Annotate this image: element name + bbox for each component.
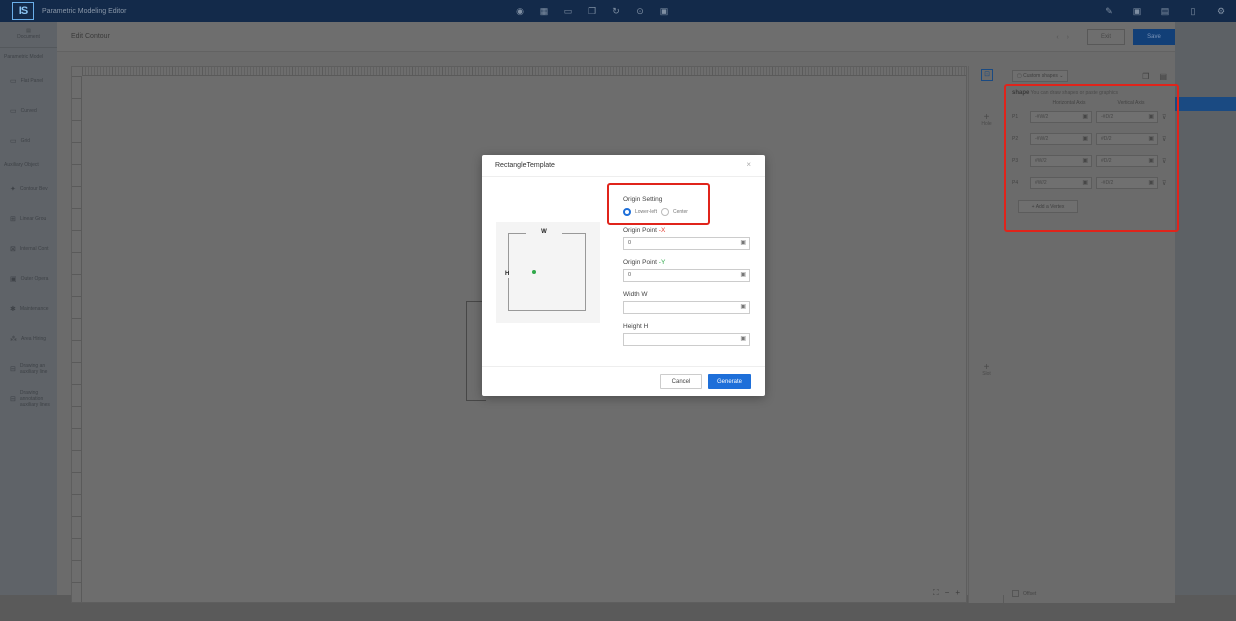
tool-strip: ⊡ + Hole + Slot [968,66,1003,603]
copy-icon[interactable]: ❐ [1142,72,1149,81]
app-logo: IS [12,2,34,20]
cancel-button[interactable]: Cancel [660,374,702,389]
lock-icon[interactable]: ▣ [659,6,669,16]
annotation-icon: ⊟ [10,396,16,403]
plus-icon: + [983,112,990,123]
right-selected-row [1175,97,1236,111]
properties-actions: ❐ ▤ [1142,72,1167,81]
editor-header-actions: ‹ › Exit Save [1056,29,1175,45]
monitor-icon[interactable]: ▣ [1132,6,1142,16]
offset-option: Offset [1012,590,1036,597]
rectangle-preview: W H [496,222,600,323]
bevel-icon: ✦ [10,186,16,193]
pen-icon[interactable]: ✎ [1104,6,1114,16]
calculator-icon[interactable]: ▣ [740,238,746,249]
nav-item-aux[interactable]: ✱ Maintenance [0,294,57,324]
generate-button[interactable]: Generate [708,374,751,389]
nav-item-aux[interactable]: ⁂ Area Hiring [0,324,57,354]
origin-y-label: Origin Point -Y [623,259,666,266]
right-background-panel [1175,22,1236,621]
offset-checkbox[interactable] [1012,590,1019,597]
shape-type-dropdown[interactable]: ▢ Custom shapes ⌄ [1012,70,1069,82]
origin-y-input[interactable]: 0 ▣ [623,269,750,282]
nav-document[interactable]: ▤ Document [0,22,57,48]
select-tool-icon[interactable]: ⊡ [981,69,993,81]
undo-icon[interactable]: ‹ [1056,34,1058,41]
file-icon[interactable]: ▯ [1188,6,1198,16]
nav-section-aux: Auxiliary Object [4,162,39,168]
line-icon: ⊟ [10,366,16,373]
preview-width-label: W [526,228,562,236]
nav-item-aux[interactable]: ⊟ Drawing annotation auxiliary lines [0,384,57,414]
settings-icon[interactable]: ⚙ [1216,6,1226,16]
dialog-footer: Cancel Generate [482,366,765,396]
nav-item-aux[interactable]: ⊟ Drawing an auxiliary line [0,354,57,384]
view-icon[interactable]: ◉ [515,6,525,16]
toolbar-center: ◉ ▦ ▭ ❐ ↻ ⊙ ▣ [515,6,669,16]
preview-height-label: H [505,270,510,278]
nav-item-aux[interactable]: ⊞ Linear Grou [0,204,57,234]
dialog-title: RectangleTemplate [495,162,555,169]
origin-x-label: Origin Point -X [623,227,666,234]
panel-icon: ▭ [10,78,17,85]
nav-item-flat-panel[interactable]: ▭ Flat Panel [0,66,57,96]
editor-title: Edit Contour [71,33,110,40]
calculator-icon[interactable]: ▣ [740,334,746,345]
target-icon[interactable]: ⊙ [635,6,645,16]
height-input[interactable]: ▣ [623,333,750,346]
nav-section-model: Parametric Model [4,54,44,60]
nav-item-curved[interactable]: ▭ Curved [0,96,57,126]
height-label: Height H [623,323,649,330]
width-label: Width W [623,291,648,298]
width-input[interactable]: ▣ [623,301,750,314]
copy-icon[interactable]: ❐ [587,6,597,16]
top-bar: IS Parametric Modeling Editor ◉ ▦ ▭ ❐ ↻ … [0,0,1236,22]
origin-x-input[interactable]: 0 ▣ [623,237,750,250]
linear-icon: ⊞ [10,216,16,223]
nav-item-aux[interactable]: ✦ Contour Bev [0,174,57,204]
exit-button[interactable]: Exit [1087,29,1125,45]
outer-icon: ▣ [10,276,17,283]
layer-icon[interactable]: ▭ [563,6,573,16]
ruler-top [82,67,966,76]
save-button[interactable]: Save [1133,29,1175,45]
chevron-down-icon: ⌄ [1057,73,1064,79]
calculator-icon[interactable]: ▣ [740,270,746,281]
close-icon[interactable]: × [746,161,751,169]
zoom-in-icon[interactable]: + [955,588,960,598]
highlight-box-origin-setting [607,183,710,225]
properties-toolbar: ▢ Custom shapes ⌄ ❐ ▤ [1004,66,1175,86]
hole-tool[interactable]: + Hole [969,112,1004,128]
redo-icon[interactable]: › [1067,34,1069,41]
contour-icon: ⊠ [10,246,16,253]
nav-item-aux[interactable]: ▣ Outer Opera [0,264,57,294]
origin-point-marker [532,270,536,274]
editor-header: Edit Contour ‹ › Exit Save [57,22,1175,52]
zoom-out-icon[interactable]: − [945,588,950,598]
nav-item-grid[interactable]: ▭ Grid [0,126,57,156]
left-nav: ▤ Document Parametric Model ▭ Flat Panel … [0,22,57,621]
paste-icon[interactable]: ▤ [1159,72,1167,81]
grid-icon[interactable]: ▦ [539,6,549,16]
grid-icon: ▭ [10,138,17,145]
curve-icon: ▭ [10,108,17,115]
ruler-left [72,76,82,602]
zoom-controls: ⛶ − + [933,588,960,598]
calculator-icon[interactable]: ▣ [740,302,746,313]
nav-item-aux[interactable]: ⊠ Internal Cont [0,234,57,264]
slot-tool[interactable]: + Slot [969,362,1004,378]
app-title: Parametric Modeling Editor [42,7,127,15]
export-icon[interactable]: ▤ [1160,6,1170,16]
area-icon: ⁂ [10,336,17,343]
highlight-box-vertices [1004,84,1179,232]
rotate-icon[interactable]: ↻ [611,6,621,16]
fit-screen-icon[interactable]: ⛶ [933,588,939,598]
plus-icon: + [983,362,990,373]
wrench-icon: ✱ [10,306,16,313]
dialog-header: RectangleTemplate × [482,155,765,177]
toolbar-right: ✎ ▣ ▤ ▯ ⚙ [1104,6,1226,16]
preview-rectangle [508,233,586,311]
